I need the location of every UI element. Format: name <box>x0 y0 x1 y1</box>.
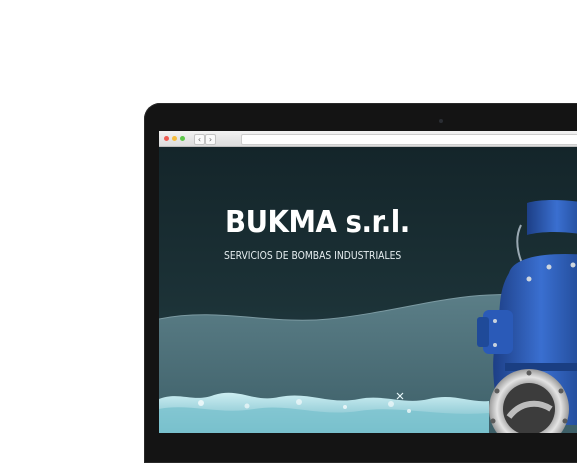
back-button[interactable]: ‹ <box>194 134 205 145</box>
brand-tagline: SERVICIOS DE BOMBAS INDUSTRIALES <box>224 249 402 262</box>
laptop-screen: ‹ › BUKMA s.r.l. SERVICIOS DE BOMBAS IND… <box>159 131 577 433</box>
address-bar[interactable] <box>241 134 577 145</box>
brand-title: BUKMA s.r.l. <box>225 205 410 240</box>
camera-icon <box>439 119 443 123</box>
hero-banner: BUKMA s.r.l. SERVICIOS DE BOMBAS INDUSTR… <box>159 147 577 433</box>
forward-button[interactable]: › <box>205 134 216 145</box>
browser-toolbar: ‹ › <box>159 131 577 147</box>
zoom-dot-icon[interactable] <box>180 136 185 141</box>
industrial-pump-icon <box>477 200 577 433</box>
close-dot-icon[interactable] <box>164 136 169 141</box>
minimize-dot-icon[interactable] <box>172 136 177 141</box>
